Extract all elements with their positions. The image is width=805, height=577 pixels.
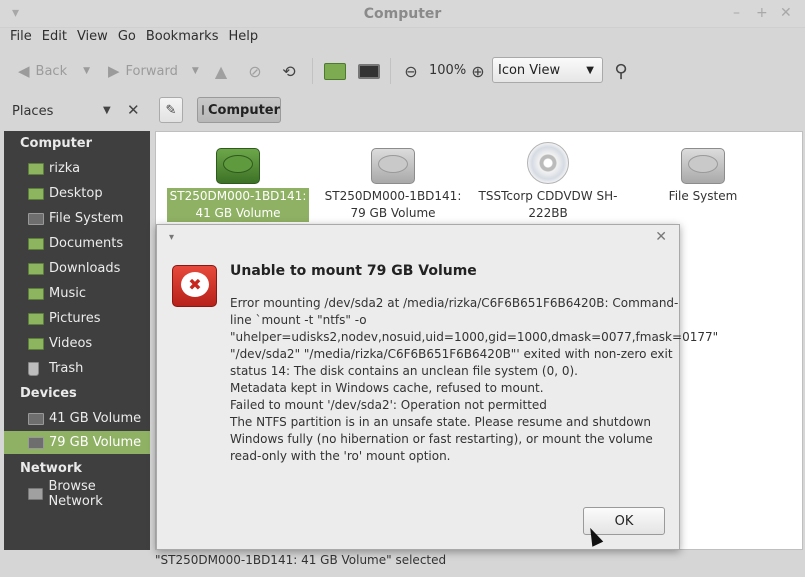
computer-icon[interactable] — [356, 59, 382, 83]
back-button[interactable]: ◀ Back ▼ — [18, 60, 90, 82]
folder-icon — [28, 337, 44, 350]
home-icon[interactable] — [322, 59, 348, 83]
pencil-icon: ✎ — [165, 102, 177, 118]
sidebar-item-desktop[interactable]: Desktop — [4, 182, 150, 205]
file-item-file-system[interactable]: File System — [629, 148, 777, 205]
sidebar-header-computer: Computer — [20, 136, 93, 151]
error-icon: ✖ — [172, 265, 217, 307]
menu-help[interactable]: Help — [223, 28, 263, 48]
computer-icon — [202, 105, 204, 115]
reload-icon[interactable]: ⟲ — [276, 59, 302, 83]
menu-edit[interactable]: Edit — [37, 28, 72, 48]
home-folder-icon — [28, 162, 44, 175]
view-mode-select[interactable]: Icon View ▼ — [492, 57, 603, 83]
sidebar-item-file-system[interactable]: File System — [4, 207, 150, 230]
dialog-message: Error mounting /dev/sda2 at /media/rizka… — [230, 296, 719, 463]
forward-arrow-icon: ▶ — [108, 62, 120, 80]
network-icon — [28, 487, 44, 500]
up-arrow-icon[interactable]: ▲ — [208, 59, 234, 83]
close-sidebar-icon[interactable]: ✕ — [127, 101, 140, 119]
optical-disc-icon — [527, 142, 569, 184]
hard-drive-icon — [681, 148, 725, 184]
forward-history-icon[interactable]: ▼ — [192, 66, 199, 76]
places-selector-label[interactable]: Places — [12, 104, 53, 119]
maximize-icon[interactable]: + — [756, 5, 768, 21]
menu-go[interactable]: Go — [113, 28, 141, 48]
edit-location-button[interactable]: ✎ — [159, 97, 183, 123]
file-item-41gb-volume[interactable]: ST250DM000-1BD141: 41 GB Volume — [164, 148, 312, 222]
status-bar: "ST250DM000-1BD141: 41 GB Volume" select… — [155, 553, 447, 567]
hard-drive-icon — [216, 148, 260, 184]
folder-icon — [28, 237, 44, 250]
stop-icon[interactable]: ⊘ — [242, 59, 268, 83]
toolbar: ◀ Back ▼ ▶ Forward ▼ ▲ ⊘ ⟲ ⊖ 100% ⊕ ⚲ — [0, 50, 805, 92]
hard-drive-icon — [371, 148, 415, 184]
menu-bar: File Edit View Go Bookmarks Help — [0, 28, 805, 48]
menu-bookmarks[interactable]: Bookmarks — [141, 28, 224, 48]
window-title: Computer — [363, 6, 442, 22]
search-icon[interactable]: ⚲ — [608, 59, 634, 83]
sidebar-header-network: Network — [20, 461, 82, 476]
zoom-out-icon[interactable]: ⊖ — [398, 59, 424, 83]
back-history-icon[interactable]: ▼ — [83, 66, 90, 76]
file-item-cd-drive[interactable]: TSSTcorp CDDVDW SH- 222BB — [474, 142, 622, 222]
folder-icon — [28, 287, 44, 300]
drive-icon — [28, 212, 44, 225]
drive-icon — [28, 412, 44, 425]
trash-icon — [28, 361, 39, 376]
folder-icon — [28, 312, 44, 325]
back-arrow-icon: ◀ — [18, 62, 30, 80]
drive-icon — [28, 436, 44, 449]
file-item-79gb-volume[interactable]: ST250DM000-1BD141: 79 GB Volume — [319, 148, 467, 222]
close-icon[interactable]: ✕ — [780, 5, 792, 21]
sidebar-item-documents[interactable]: Documents — [4, 232, 150, 255]
title-bar: ▾ Computer – + ✕ — [0, 0, 805, 28]
desktop-icon — [28, 187, 44, 200]
chevron-down-icon: ▼ — [586, 65, 594, 76]
zoom-level: 100% — [429, 63, 467, 78]
sidebar-item-41gb-volume[interactable]: 41 GB Volume — [4, 407, 150, 430]
chevron-down-icon[interactable]: ▼ — [103, 105, 111, 116]
sidebar-item-videos[interactable]: Videos — [4, 332, 150, 355]
menu-view[interactable]: View — [72, 28, 113, 48]
minimize-icon[interactable]: – — [733, 5, 740, 21]
sidebar-item-79gb-volume[interactable]: 79 GB Volume — [4, 431, 150, 454]
sidebar-item-music[interactable]: Music — [4, 282, 150, 305]
breadcrumb-computer[interactable]: Computer — [197, 97, 281, 123]
sidebar-item-browse-network[interactable]: Browse Network — [4, 479, 150, 509]
sidebar-item-rizka[interactable]: rizka — [4, 157, 150, 180]
places-bar: Places ▼ ✕ ✎ Computer — [0, 93, 805, 129]
sidebar-item-downloads[interactable]: Downloads — [4, 257, 150, 280]
error-dialog: ▾ ✕ ✖ Unable to mount 79 GB Volume Error… — [156, 224, 719, 550]
sidebar-item-pictures[interactable]: Pictures — [4, 307, 150, 330]
dialog-close-icon[interactable]: ✕ — [655, 229, 667, 245]
sidebar-item-trash[interactable]: Trash — [4, 357, 150, 380]
zoom-in-icon[interactable]: ⊕ — [465, 59, 491, 83]
menu-file[interactable]: File — [5, 28, 37, 48]
toolbar-separator — [312, 58, 313, 84]
forward-button[interactable]: ▶ Forward ▼ — [108, 60, 199, 82]
folder-icon — [28, 262, 44, 275]
dialog-menu-icon[interactable]: ▾ — [169, 232, 174, 243]
dialog-title: Unable to mount 79 GB Volume — [230, 263, 477, 279]
sidebar-header-devices: Devices — [20, 386, 77, 401]
sidebar: Computer rizka Desktop File System Docum… — [4, 131, 150, 550]
toolbar-separator — [390, 58, 391, 84]
